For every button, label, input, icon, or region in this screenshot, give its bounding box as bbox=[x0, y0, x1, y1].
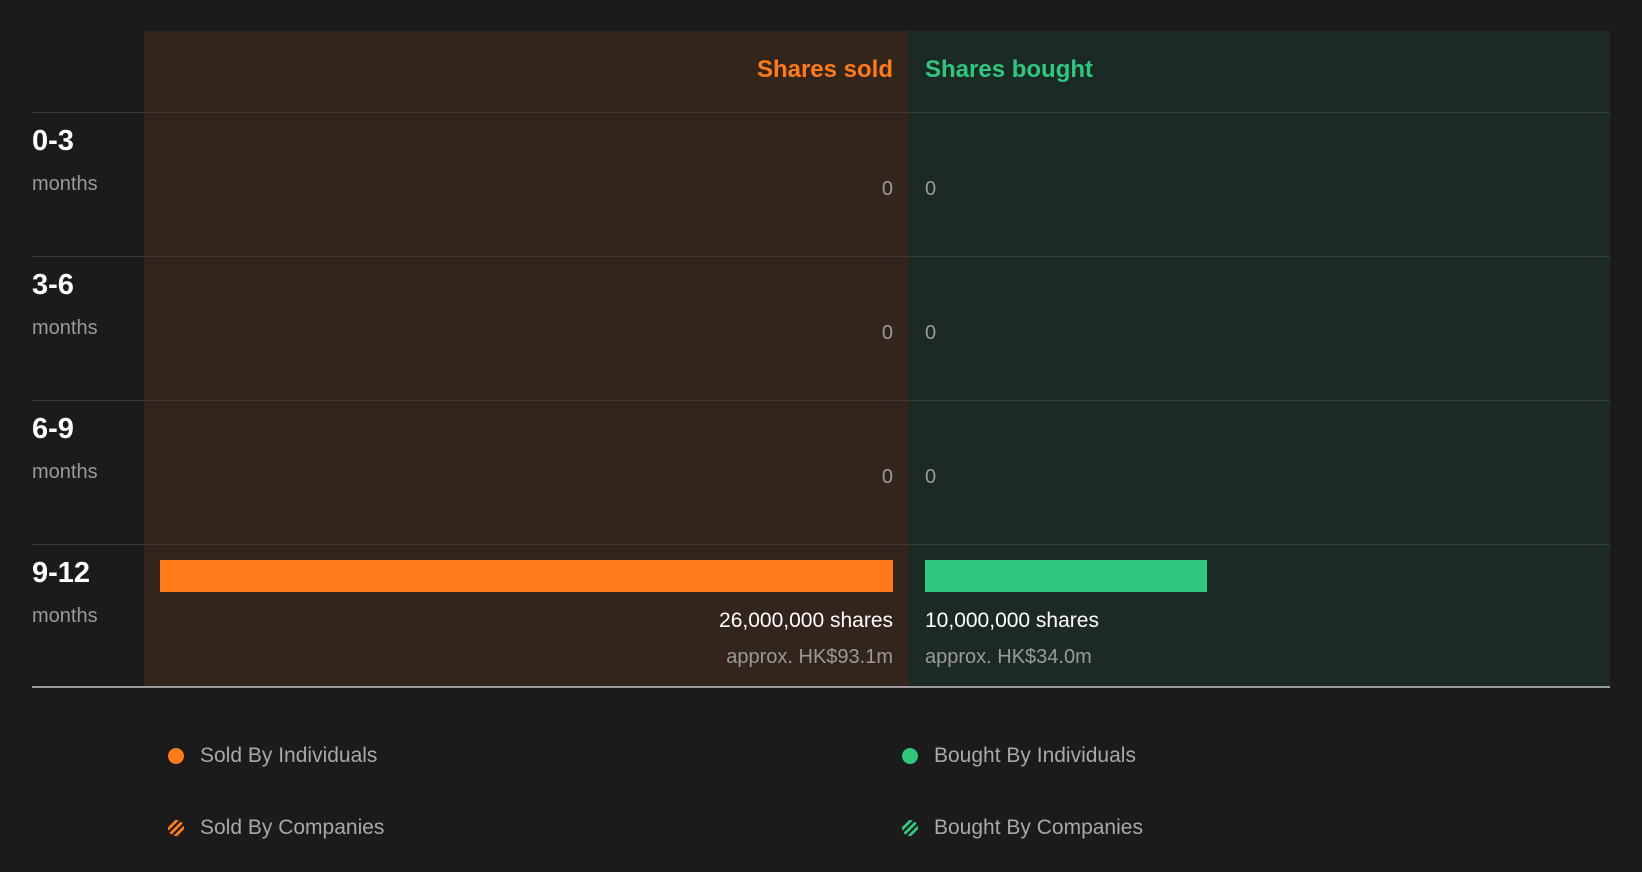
period-unit: months bbox=[32, 605, 98, 627]
orange-dot-icon bbox=[168, 748, 184, 764]
period-label: 0-3 bbox=[32, 125, 74, 157]
period-unit: months bbox=[32, 173, 98, 195]
green-hatched-dot-icon bbox=[902, 820, 918, 836]
legend-bought-companies: Bought By Companies bbox=[902, 815, 1143, 841]
green-dot-icon bbox=[902, 748, 918, 764]
header-divider bbox=[32, 112, 1610, 113]
bought-approx-value: approx. HK$34.0m bbox=[925, 646, 1092, 668]
row-divider bbox=[32, 544, 1610, 545]
period-label: 9-12 bbox=[32, 557, 91, 589]
orange-hatched-dot-icon bbox=[168, 820, 184, 836]
legend-label: Sold By Companies bbox=[200, 816, 385, 839]
bought-value: 0 bbox=[925, 178, 937, 200]
row-divider bbox=[32, 256, 1610, 257]
period-label: 6-9 bbox=[32, 413, 74, 445]
insider-trading-chart: Shares sold Shares bought 0-3 months 0 0… bbox=[0, 0, 1642, 700]
bought-value: 0 bbox=[925, 466, 937, 488]
sold-shares-value: 26,000,000 shares bbox=[719, 609, 893, 632]
legend-label: Bought By Individuals bbox=[934, 744, 1136, 767]
sold-value: 0 bbox=[881, 322, 893, 344]
bought-bar bbox=[925, 560, 1207, 592]
period-unit: months bbox=[32, 317, 98, 339]
legend-label: Sold By Individuals bbox=[200, 744, 378, 767]
bought-value: 0 bbox=[925, 322, 937, 344]
row-divider bbox=[32, 400, 1610, 401]
shares-sold-header: Shares sold bbox=[756, 56, 893, 83]
legend-sold-individuals: Sold By Individuals bbox=[168, 743, 377, 769]
bought-shares-value: 10,000,000 shares bbox=[925, 609, 1099, 632]
legend-label: Bought By Companies bbox=[934, 816, 1143, 839]
sold-value: 0 bbox=[881, 466, 893, 488]
sold-value: 0 bbox=[881, 178, 893, 200]
period-label: 3-6 bbox=[32, 269, 74, 301]
period-unit: months bbox=[32, 461, 98, 483]
legend-sold-companies: Sold By Companies bbox=[168, 815, 384, 841]
chart-baseline bbox=[32, 686, 1610, 688]
sold-approx-value: approx. HK$93.1m bbox=[726, 646, 893, 668]
shares-bought-header: Shares bought bbox=[925, 56, 1094, 83]
sold-bar bbox=[160, 560, 893, 592]
legend-bought-individuals: Bought By Individuals bbox=[902, 743, 1136, 769]
